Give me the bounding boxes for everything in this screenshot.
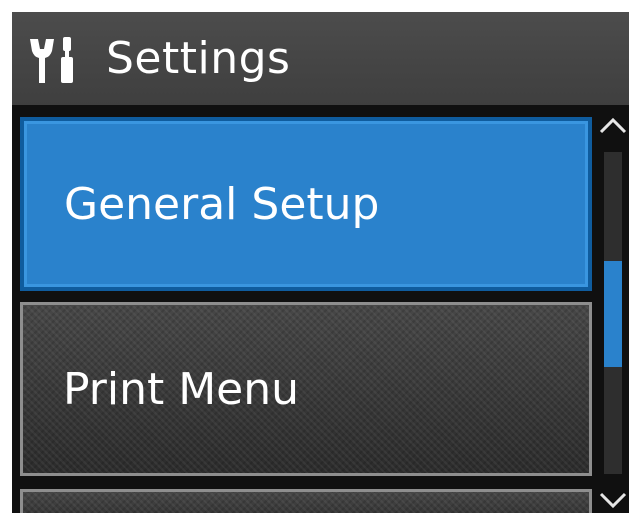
tools-icon [28,35,92,85]
menu-item-label: General Setup [64,178,380,230]
menu-item-label: Print Menu [63,363,300,415]
printer-display: Settings General Setup Print Menu [12,12,629,513]
menu-item-print-menu[interactable]: Print Menu [20,302,592,476]
scrollbar-thumb[interactable] [604,261,622,367]
scroll-down-button[interactable] [598,482,628,513]
chevron-up-icon [599,117,627,134]
menu-item-next[interactable] [20,489,592,513]
scroll-up-button[interactable] [598,112,628,146]
page-title: Settings [106,32,291,84]
menu-item-general-setup[interactable]: General Setup [20,117,592,291]
scrollbar-track[interactable] [604,152,622,474]
header-bar: Settings [12,12,629,105]
chevron-down-icon [599,492,627,509]
